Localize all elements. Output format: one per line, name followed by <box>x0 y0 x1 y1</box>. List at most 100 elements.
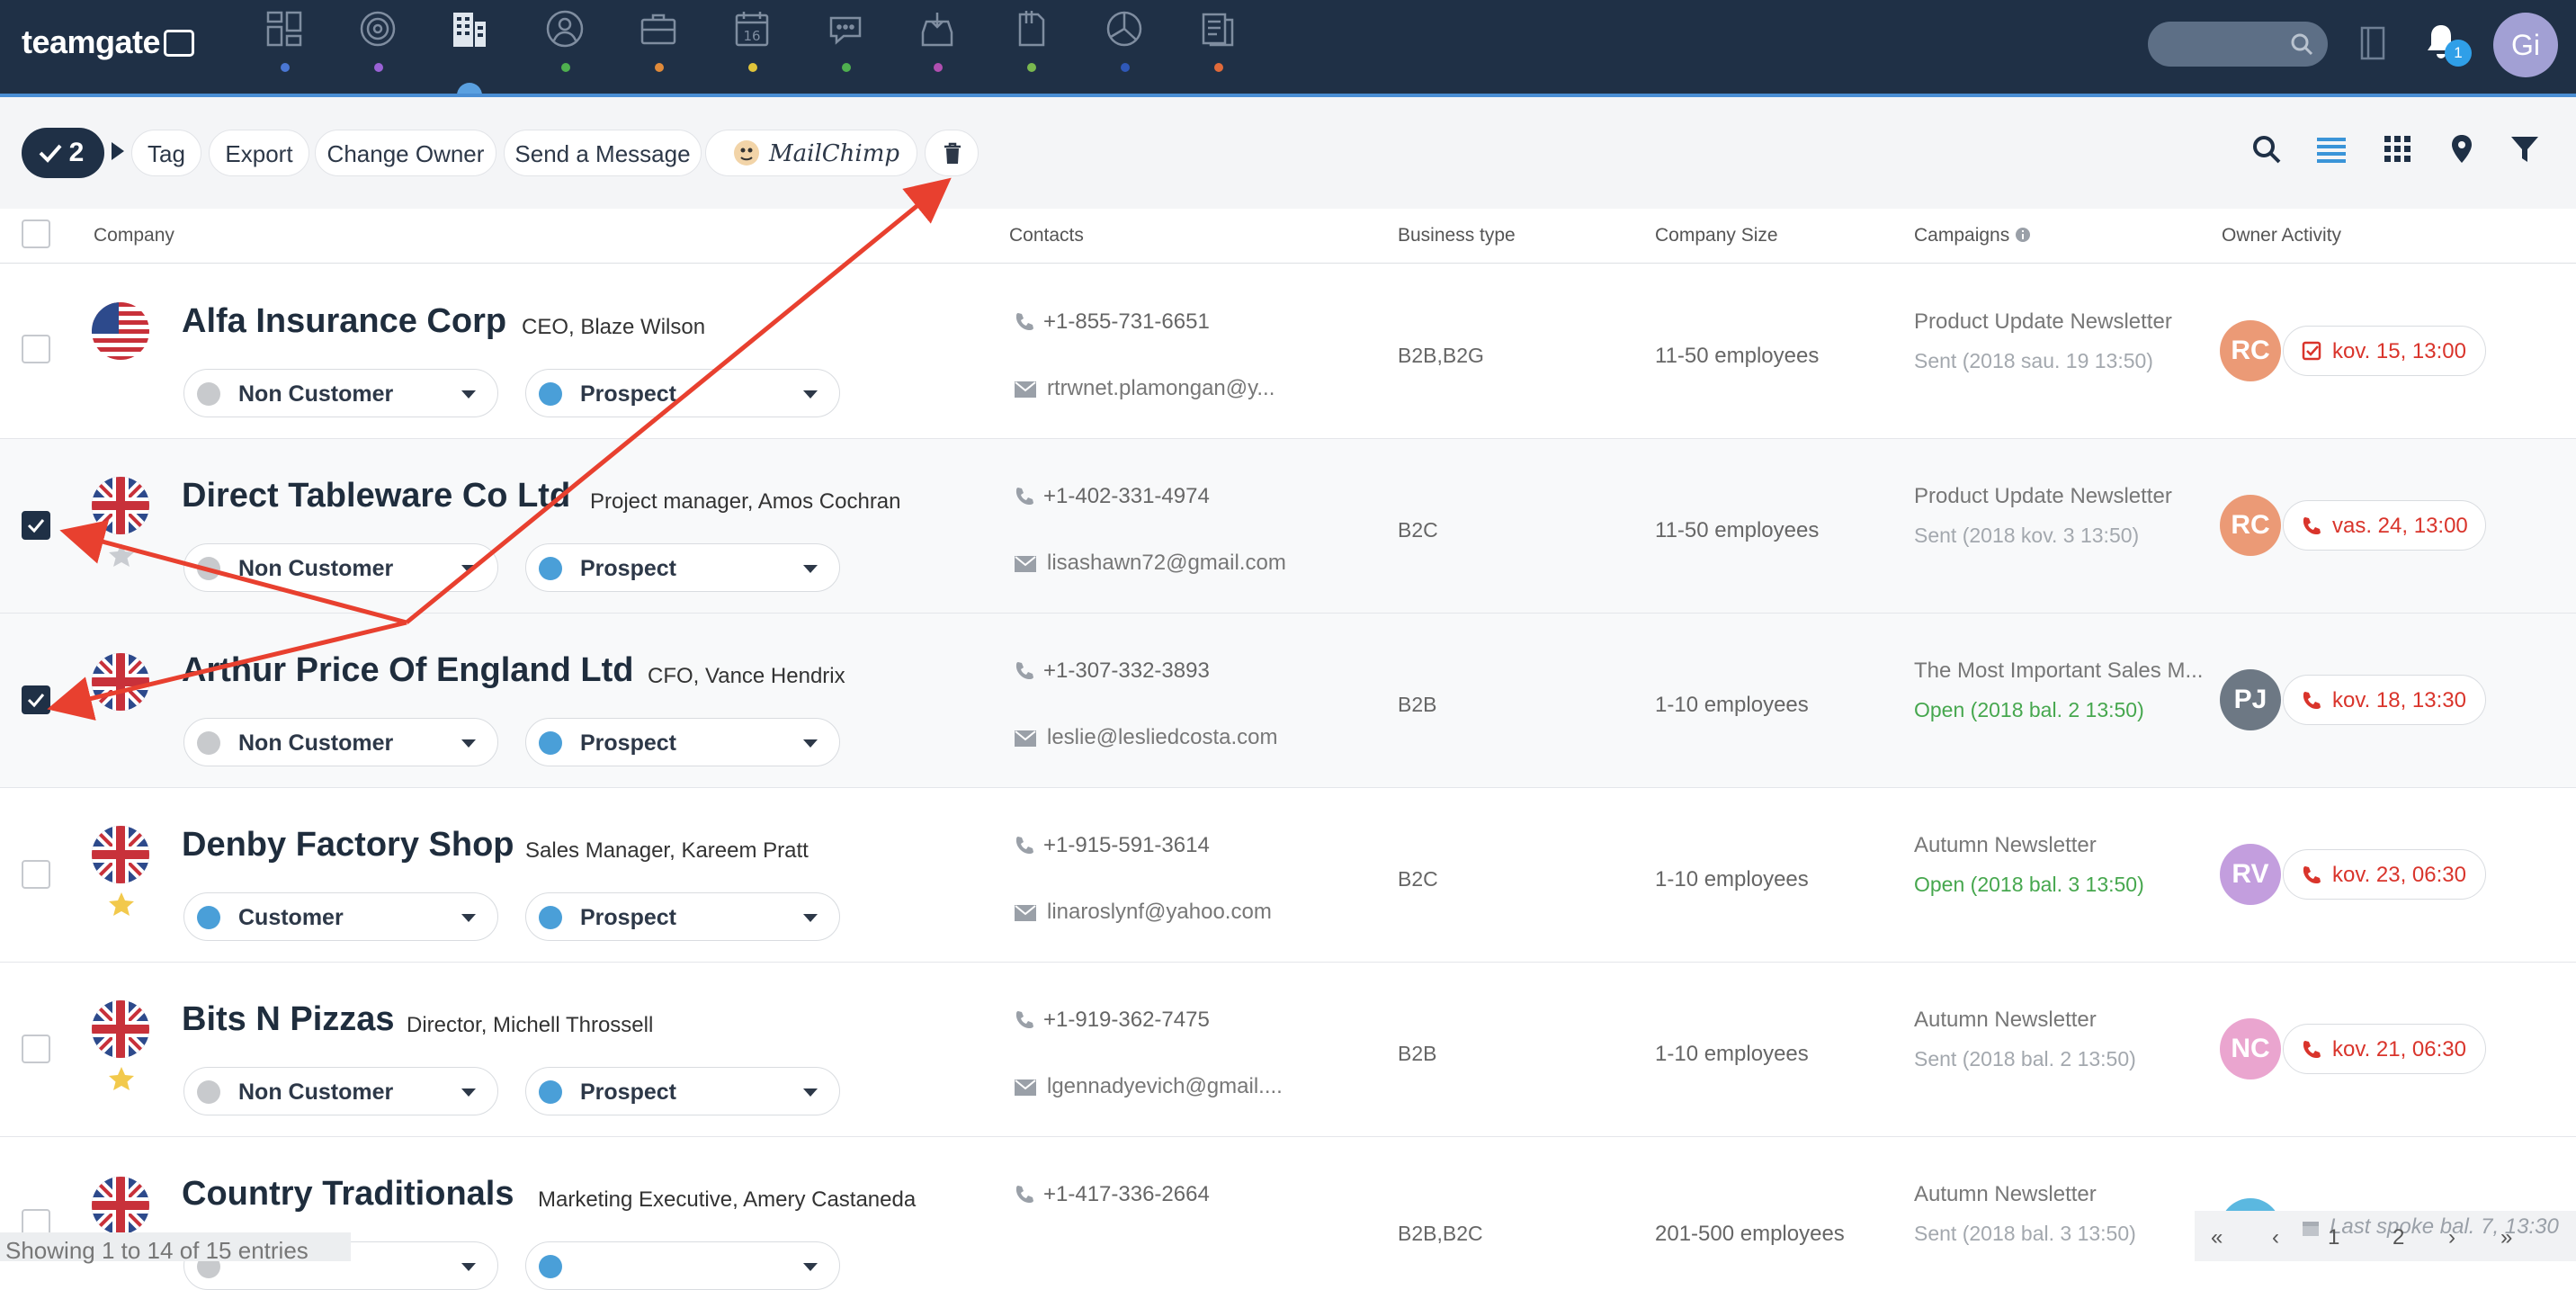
column-contacts[interactable]: Contacts <box>1009 225 1084 246</box>
selected-count-badge[interactable]: 2 <box>22 128 104 178</box>
customer-status-dropdown[interactable]: Non Customer <box>183 543 498 592</box>
first-page-button[interactable]: « <box>2211 1225 2223 1250</box>
row-checkbox[interactable] <box>22 511 50 540</box>
next-activity-button[interactable]: kov. 21, 06:30 <box>2283 1024 2486 1074</box>
campaign-name[interactable]: Autumn Newsletter <box>1914 1008 2097 1033</box>
owner-avatar[interactable]: NC <box>2220 1018 2281 1079</box>
customer-status-dropdown[interactable]: Non Customer <box>183 369 498 417</box>
chat-icon[interactable] <box>824 7 867 52</box>
send-message-button[interactable]: Send a Message <box>504 130 702 176</box>
briefcase-icon[interactable] <box>637 7 680 52</box>
email-address[interactable]: rtrwnet.plamongan@y... <box>1047 376 1275 401</box>
tag-button[interactable]: Tag <box>131 130 201 176</box>
phone-number[interactable]: +1-919-362-7475 <box>1043 1008 1210 1033</box>
lead-status-dropdown[interactable]: Prospect <box>525 718 840 766</box>
column-company-size[interactable]: Company Size <box>1655 225 1778 246</box>
customer-status-dropdown[interactable]: Customer <box>183 892 498 941</box>
star-icon[interactable] <box>108 891 135 918</box>
lead-status-dropdown[interactable]: Prospect <box>525 892 840 941</box>
row-checkbox[interactable] <box>22 685 50 714</box>
report-icon[interactable] <box>1103 7 1146 52</box>
table-row[interactable]: Alfa Insurance Corp CEO, Blaze Wilson No… <box>0 264 2576 439</box>
grid-view-icon[interactable] <box>2382 133 2414 166</box>
target-icon[interactable] <box>356 7 399 52</box>
change-owner-button[interactable]: Change Owner <box>315 130 496 176</box>
caret-right-icon[interactable] <box>112 142 124 160</box>
customer-status-dropdown[interactable]: Non Customer <box>183 718 498 766</box>
delete-button[interactable] <box>925 130 979 176</box>
filter-icon[interactable] <box>2509 133 2540 166</box>
user-avatar[interactable]: Gi <box>2493 13 2558 77</box>
company-name[interactable]: Arthur Price Of England Ltd <box>182 651 633 690</box>
last-page-button[interactable]: » <box>2500 1225 2512 1250</box>
page-1-button[interactable]: 1 <box>2328 1225 2339 1250</box>
star-icon[interactable] <box>108 1065 135 1092</box>
lead-status-dropdown[interactable]: Prospect <box>525 543 840 592</box>
campaign-name[interactable]: Autumn Newsletter <box>1914 833 2097 858</box>
prev-page-button[interactable]: ‹ <box>2272 1225 2279 1250</box>
contacts-icon[interactable] <box>543 7 586 52</box>
next-activity-button[interactable]: kov. 18, 13:30 <box>2283 675 2486 725</box>
invoice-icon[interactable] <box>1196 7 1239 52</box>
email-address[interactable]: lgennadyevich@gmail.... <box>1047 1074 1283 1099</box>
company-name[interactable]: Direct Tableware Co Ltd <box>182 477 570 515</box>
email-address[interactable]: linaroslynf@yahoo.com <box>1047 900 1272 925</box>
owner-avatar[interactable]: PJ <box>2220 669 2281 730</box>
campaign-name[interactable]: Product Update Newsletter <box>1914 484 2172 509</box>
next-page-button[interactable]: › <box>2448 1225 2455 1250</box>
phone-number[interactable]: +1-307-332-3893 <box>1043 658 1210 684</box>
column-campaigns[interactable]: Campaigns <box>1914 225 2031 246</box>
mailchimp-button[interactable]: MailChimp <box>705 130 917 176</box>
primary-contact[interactable]: CFO, Vance Hendrix <box>648 664 845 689</box>
lead-status-dropdown[interactable]: Prospect <box>525 1067 840 1115</box>
book-icon[interactable] <box>2358 25 2387 61</box>
owner-avatar[interactable]: RC <box>2220 495 2281 556</box>
teamgate-logo[interactable]: teamgate <box>22 23 195 61</box>
campaign-name[interactable]: Product Update Newsletter <box>1914 309 2172 335</box>
company-name[interactable]: Bits N Pizzas <box>182 1000 395 1039</box>
company-name[interactable]: Country Traditionals <box>182 1175 514 1214</box>
company-name[interactable]: Alfa Insurance Corp <box>182 302 506 341</box>
row-checkbox[interactable] <box>22 335 50 363</box>
list-view-icon[interactable] <box>2315 133 2348 166</box>
owner-avatar[interactable]: RC <box>2220 320 2281 381</box>
star-icon[interactable] <box>108 542 135 569</box>
campaign-name[interactable]: The Most Important Sales M... <box>1914 658 2203 684</box>
primary-contact[interactable]: Sales Manager, Kareem Pratt <box>525 838 809 864</box>
phone-number[interactable]: +1-915-591-3614 <box>1043 833 1210 858</box>
campaign-name[interactable]: Autumn Newsletter <box>1914 1182 2097 1207</box>
table-row[interactable]: Direct Tableware Co Ltd Project manager,… <box>0 439 2576 614</box>
table-row[interactable]: Country Traditionals Marketing Executive… <box>0 1137 2576 1290</box>
companies-icon[interactable] <box>448 7 491 52</box>
info-icon[interactable] <box>2015 227 2031 243</box>
primary-contact[interactable]: Project manager, Amos Cochran <box>590 489 901 515</box>
export-button[interactable]: Export <box>209 130 309 176</box>
document-icon[interactable] <box>1009 7 1052 52</box>
row-checkbox[interactable] <box>22 860 50 889</box>
next-activity-button[interactable]: vas. 24, 13:00 <box>2283 500 2486 551</box>
table-row[interactable]: Arthur Price Of England Ltd CFO, Vance H… <box>0 614 2576 788</box>
page-2-button[interactable]: 2 <box>2393 1225 2404 1250</box>
lead-status-dropdown[interactable]: Prospect <box>525 369 840 417</box>
phone-number[interactable]: +1-417-336-2664 <box>1043 1182 1210 1207</box>
search-icon[interactable] <box>2250 133 2283 166</box>
email-address[interactable]: leslie@lesliedcosta.com <box>1047 725 1277 750</box>
calendar-icon[interactable]: 16 <box>730 7 774 52</box>
customer-status-dropdown[interactable]: Non Customer <box>183 1067 498 1115</box>
email-address[interactable]: lisashawn72@gmail.com <box>1047 551 1286 576</box>
column-owner-activity[interactable]: Owner Activity <box>2222 225 2341 246</box>
table-row[interactable]: Bits N Pizzas Director, Michell Throssel… <box>0 963 2576 1137</box>
phone-number[interactable]: +1-855-731-6651 <box>1043 309 1210 335</box>
company-name[interactable]: Denby Factory Shop <box>182 826 514 864</box>
primary-contact[interactable]: CEO, Blaze Wilson <box>522 315 705 340</box>
next-activity-button[interactable]: kov. 23, 06:30 <box>2283 849 2486 900</box>
global-search-input[interactable] <box>2148 22 2328 67</box>
next-activity-button[interactable]: kov. 15, 13:00 <box>2283 326 2486 376</box>
select-all-checkbox[interactable] <box>22 219 50 248</box>
table-row[interactable]: Denby Factory Shop Sales Manager, Kareem… <box>0 788 2576 963</box>
map-pin-icon[interactable] <box>2448 133 2475 166</box>
lead-status-dropdown[interactable] <box>525 1241 840 1290</box>
phone-number[interactable]: +1-402-331-4974 <box>1043 484 1210 509</box>
column-business-type[interactable]: Business type <box>1398 225 1516 246</box>
row-checkbox[interactable] <box>22 1035 50 1063</box>
